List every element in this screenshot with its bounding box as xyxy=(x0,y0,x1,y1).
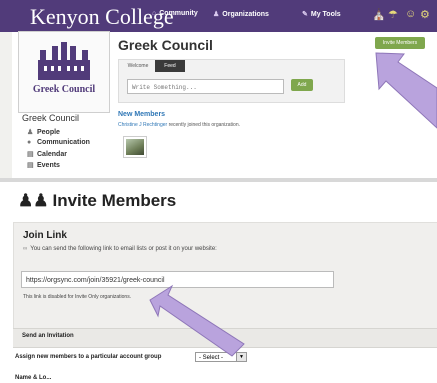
chat-icon: ● xyxy=(27,139,32,146)
top-navigation-bar: Kenyon College ⌂ Community ♟ Organizations… xyxy=(0,0,437,32)
umbrella-icon[interactable]: ☂ xyxy=(388,8,398,21)
page-title: Greek Council xyxy=(118,37,213,53)
nav-my-tools[interactable]: ✎ My Tools xyxy=(302,10,341,18)
settings-icon[interactable]: ⚙ xyxy=(420,8,430,21)
join-link-note: This link is disabled for Invite Only or… xyxy=(23,294,132,300)
people-icon: ♟ xyxy=(213,11,220,18)
member-photo xyxy=(126,139,144,155)
calendar-icon: ▤ xyxy=(27,151,34,158)
join-link-url-field[interactable]: https://orgsync.com/join/35921/greek-cou… xyxy=(21,271,334,288)
send-invitation-label[interactable]: Send an Invitation xyxy=(22,333,74,339)
org-page-screenshot: Kenyon College ⌂ Community ♟ Organizations… xyxy=(0,0,437,178)
chevron-down-icon: ▼ xyxy=(236,353,246,361)
member-name-link[interactable]: Christine J Rechtinger xyxy=(118,122,167,128)
sidebar-item-events[interactable]: ▤ Events xyxy=(27,161,60,169)
sidebar-item-people[interactable]: ♟ People xyxy=(27,128,60,136)
people-icon: ♟♟ xyxy=(18,191,49,210)
name-label-cutoff: Name & Lo... xyxy=(15,375,52,381)
write-something-input[interactable]: Write Something... xyxy=(127,79,284,94)
org-logo-text: Greek Council xyxy=(32,84,96,95)
org-logo: Greek Council xyxy=(18,31,110,113)
tools-icon: ✎ xyxy=(302,11,308,18)
home-icon: ⌂ xyxy=(152,10,157,17)
sidebar-org-name: Greek Council xyxy=(22,113,80,123)
tab-feed[interactable]: Feed xyxy=(155,60,185,72)
invite-heading: ♟♟ Invite Members xyxy=(18,191,177,210)
people-icon: ♟ xyxy=(27,129,34,136)
new-members-heading: New Members xyxy=(118,111,166,118)
sidebar-item-calendar[interactable]: ▤ Calendar xyxy=(27,150,67,158)
join-link-description: ∞ You can send the following link to emai… xyxy=(23,246,217,252)
account-group-select[interactable]: - Select - ▼ xyxy=(195,352,247,362)
link-icon: ∞ xyxy=(23,246,28,252)
assign-group-label: Assign new members to a particular accou… xyxy=(15,354,162,360)
sidebar-item-communication[interactable]: ● Communication xyxy=(27,139,90,146)
tab-welcome[interactable]: Welcome xyxy=(122,60,154,72)
invite-page-screenshot: ♟♟ Invite Members Join Link ∞ You can send… xyxy=(0,182,437,383)
nav-organizations[interactable]: ♟ Organizations xyxy=(213,10,269,18)
college-brand[interactable]: Kenyon College xyxy=(30,4,174,30)
new-member-activity: Christine J Rechtinger recently joined t… xyxy=(118,122,241,128)
add-post-button[interactable]: Add xyxy=(291,79,313,91)
send-invitation-bar[interactable] xyxy=(13,328,437,348)
events-icon: ▤ xyxy=(27,162,34,169)
member-avatar[interactable] xyxy=(123,136,147,158)
user-icon[interactable]: ☺ xyxy=(405,8,416,20)
nav-community[interactable]: ⌂ Community xyxy=(152,10,198,17)
castle-icon xyxy=(38,42,90,80)
building-icon[interactable]: ⛪ xyxy=(372,8,386,21)
join-link-title: Join Link xyxy=(23,230,67,241)
invite-members-button[interactable]: Invite Members xyxy=(375,37,425,49)
